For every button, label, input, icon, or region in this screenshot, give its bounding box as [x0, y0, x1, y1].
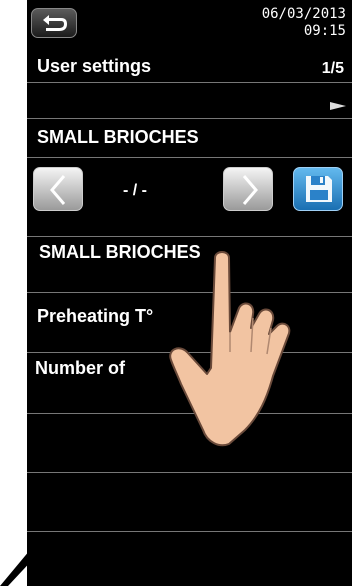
- divider: [27, 157, 352, 158]
- selector-value: - / -: [123, 182, 147, 199]
- date-text: 06/03/2013: [261, 6, 346, 22]
- device-frame-right: [352, 0, 360, 586]
- date-time: 06/03/2013 09:15: [262, 6, 346, 40]
- page-indicator: 1/5: [321, 60, 344, 77]
- row-number-label[interactable]: Number of: [35, 358, 125, 379]
- previous-button[interactable]: [33, 167, 83, 211]
- page-title: User settings: [37, 56, 152, 76]
- divider: [27, 118, 352, 119]
- device-screen: 06/03/2013 09:15 User settings 1/5 SMALL…: [27, 0, 352, 586]
- back-button[interactable]: [31, 8, 77, 38]
- next-button[interactable]: [223, 167, 273, 211]
- divider: [27, 236, 352, 237]
- row-preheating-label[interactable]: Preheating T°: [37, 306, 153, 327]
- divider: [27, 472, 352, 473]
- chevron-right-icon: [242, 175, 258, 205]
- floppy-disk-icon: [306, 176, 332, 202]
- divider: [27, 82, 352, 83]
- chevron-left-icon: [50, 175, 66, 205]
- time-text: 09:15: [303, 23, 346, 39]
- divider: [27, 531, 352, 532]
- device-frame-left: [0, 0, 27, 586]
- save-button[interactable]: [293, 167, 343, 211]
- return-arrow-icon: [43, 15, 67, 31]
- small-right-arrow-icon[interactable]: [330, 102, 346, 110]
- program-title: SMALL BRIOCHES: [37, 127, 199, 147]
- hand-pointer-icon: [169, 251, 291, 447]
